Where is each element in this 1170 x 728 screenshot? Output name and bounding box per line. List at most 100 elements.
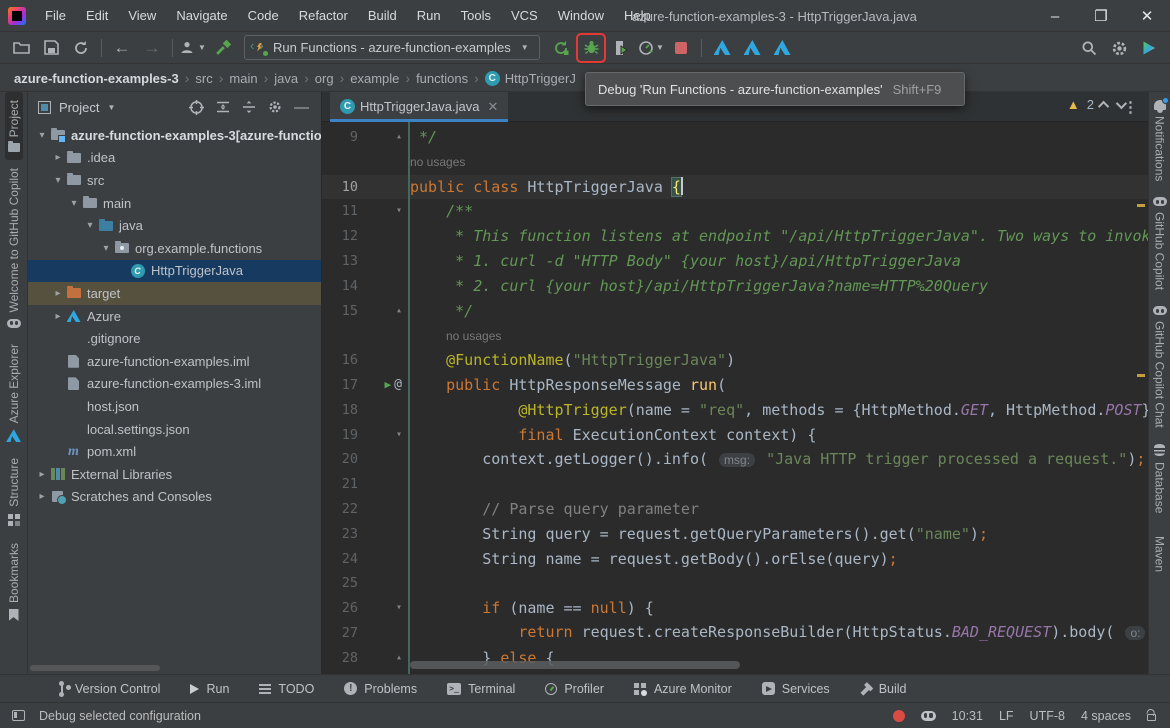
minimize-button[interactable]: – [1032,0,1078,32]
usages-inlay-hint[interactable]: no usages [322,323,1148,348]
breadcrumb-main[interactable]: main [229,71,257,86]
code-line-27[interactable]: 27 return request.createResponseBuilder(… [322,621,1148,646]
profiler-icon[interactable]: ▼ [638,35,664,61]
fold-icon[interactable]: ▴ [396,299,402,324]
stop-icon[interactable] [668,35,694,61]
tool-stripe-notifications[interactable]: Notifications [1151,92,1169,189]
build-hammer-icon[interactable] [210,35,236,61]
rerun-icon[interactable] [548,35,574,61]
tree-row-target[interactable]: ▸ target [28,282,321,305]
settings-icon[interactable] [1106,35,1132,61]
breadcrumb-org[interactable]: org [315,71,334,86]
menu-navigate[interactable]: Navigate [167,4,236,27]
breadcrumb-example[interactable]: example [350,71,399,86]
menu-edit[interactable]: Edit [77,4,117,27]
breadcrumb-java[interactable]: java [274,71,298,86]
locate-icon[interactable] [189,99,204,115]
code-line-11[interactable]: 11 ▾ /** [322,199,1148,224]
tree-toggle-icon[interactable]: ▸ [50,311,66,322]
tree-row-src[interactable]: ▾ src [28,169,321,192]
toolwindow-version-control[interactable]: Version Control [56,680,160,696]
breadcrumb-httptriggerj[interactable]: C HttpTriggerJ [484,70,576,86]
open-folder-icon[interactable] [8,35,34,61]
toolwindow-problems[interactable]: ! Problems [344,682,417,696]
tree-toggle-icon[interactable]: ▾ [50,175,66,186]
toolwindow-build[interactable]: Build [860,682,906,696]
tree-row-java[interactable]: ▾ java [28,214,321,237]
close-icon[interactable]: ✕ [487,99,498,115]
code-line-12[interactable]: 12 * This function listens at endpoint "… [322,224,1148,249]
copilot-status-icon[interactable] [920,710,936,721]
maximize-button[interactable]: ❐ [1078,0,1124,32]
fold-icon[interactable]: ▾ [396,423,402,448]
fold-icon[interactable]: ▴ [396,125,402,150]
tool-stripe-project[interactable]: Project [4,92,23,161]
tree-row-azure-function-examples-3-iml[interactable]: azure-function-examples-3.iml [28,373,321,396]
azure-a1-icon[interactable] [709,35,735,61]
user-icon[interactable]: ▼ [180,35,206,61]
menu-code[interactable]: Code [239,4,288,27]
tree-toggle-icon[interactable]: ▸ [50,288,66,299]
code-line-14[interactable]: 14 * 2. curl {your host}/api/HttpTrigger… [322,274,1148,299]
toolwindow-azure-monitor[interactable]: Azure Monitor [633,682,732,696]
tree-row-host-json[interactable]: host.json [28,395,321,418]
debug-icon[interactable] [576,32,606,63]
code-line-17[interactable]: 17 ▶ @ public HttpResponseMessage run( [322,373,1148,398]
fold-icon[interactable]: ▴ [396,646,402,671]
breadcrumb-functions[interactable]: functions [416,71,468,86]
tree-row-scratches-and-consoles[interactable]: ▸ Scratches and Consoles [28,486,321,509]
toolwindow-todo[interactable]: TODO [259,682,314,696]
code-line-24[interactable]: 24 String name = request.getBody().orEls… [322,547,1148,572]
code-line-16[interactable]: 16 @FunctionName("HttpTriggerJava") [322,348,1148,373]
tab-httptriggerjava[interactable]: C HttpTriggerJava.java ✕ [330,92,509,122]
tree-row-azure-function-examples-iml[interactable]: azure-function-examples.iml [28,350,321,373]
menu-refactor[interactable]: Refactor [290,4,357,27]
tree-toggle-icon[interactable]: ▸ [50,152,66,163]
code-line-23[interactable]: 23 String query = request.getQueryParame… [322,522,1148,547]
warning-stripe-mark[interactable] [1137,374,1145,377]
azure-a2-icon[interactable] [739,35,765,61]
search-icon[interactable] [1076,35,1102,61]
menu-run[interactable]: Run [408,4,450,27]
menu-window[interactable]: Window [549,4,613,27]
tool-stripe-welcome-to-github-copilot[interactable]: Welcome to GitHub Copilot [5,160,23,336]
editor-hscrollbar[interactable] [410,661,740,669]
menu-tools[interactable]: Tools [452,4,500,27]
code-line-25[interactable]: 25 [322,571,1148,596]
tree-row-azure[interactable]: ▸ Azure [28,305,321,328]
tool-stripe-bookmarks[interactable]: Bookmarks [5,535,23,629]
panel-settings-icon[interactable] [268,100,282,114]
usages-inlay-text[interactable]: no usages [410,155,465,169]
tool-stripe-structure[interactable]: Structure [5,450,23,535]
code-line-26[interactable]: 26 ▾ if (name == null) { [322,596,1148,621]
tool-stripe-github-copilot[interactable]: GitHub Copilot [1151,189,1169,298]
indent-setting[interactable]: 4 spaces [1081,709,1131,723]
encoding[interactable]: UTF-8 [1030,709,1065,723]
project-hscrollbar[interactable] [30,665,160,671]
tree-row-main[interactable]: ▾ main [28,192,321,215]
toolwindow-run[interactable]: Run [190,682,229,696]
code-line-19[interactable]: 19 ▾ final ExecutionContext context) { [322,423,1148,448]
tree-toggle-icon[interactable]: ▾ [34,130,50,141]
menu-file[interactable]: File [36,4,75,27]
more-options-icon[interactable]: ⋮ [1123,98,1138,116]
tool-stripe-maven[interactable]: Maven [1151,522,1169,580]
tree-row-azure-function-examples-3[interactable]: ▾ azure-function-examples-3 [azure-functi… [28,124,321,147]
lock-icon[interactable] [1147,714,1156,721]
hide-panel-icon[interactable]: — [294,99,309,116]
code-line-18[interactable]: 18 @HttpTrigger(name = "req", methods = … [322,398,1148,423]
tree-row-httptriggerjava[interactable]: C HttpTriggerJava [28,259,321,283]
fold-icon[interactable]: ▾ [396,596,402,621]
breadcrumb-src[interactable]: src [195,71,212,86]
code-line-13[interactable]: 13 * 1. curl -d "HTTP Body" {your host}/… [322,249,1148,274]
runner-icon[interactable] [1136,35,1162,61]
forward-icon[interactable]: → [139,35,165,61]
inspections-widget[interactable]: ▲ 2 [1067,97,1128,112]
prev-warning-icon[interactable] [1097,100,1110,112]
tool-stripe-azure-explorer[interactable]: Azure Explorer [4,336,23,450]
line-ending[interactable]: LF [999,709,1014,723]
layout-icon[interactable] [12,710,25,721]
code-line-10[interactable]: 10 public class HttpTriggerJava { [322,174,1148,200]
menu-view[interactable]: View [119,4,165,27]
save-icon[interactable] [38,35,64,61]
